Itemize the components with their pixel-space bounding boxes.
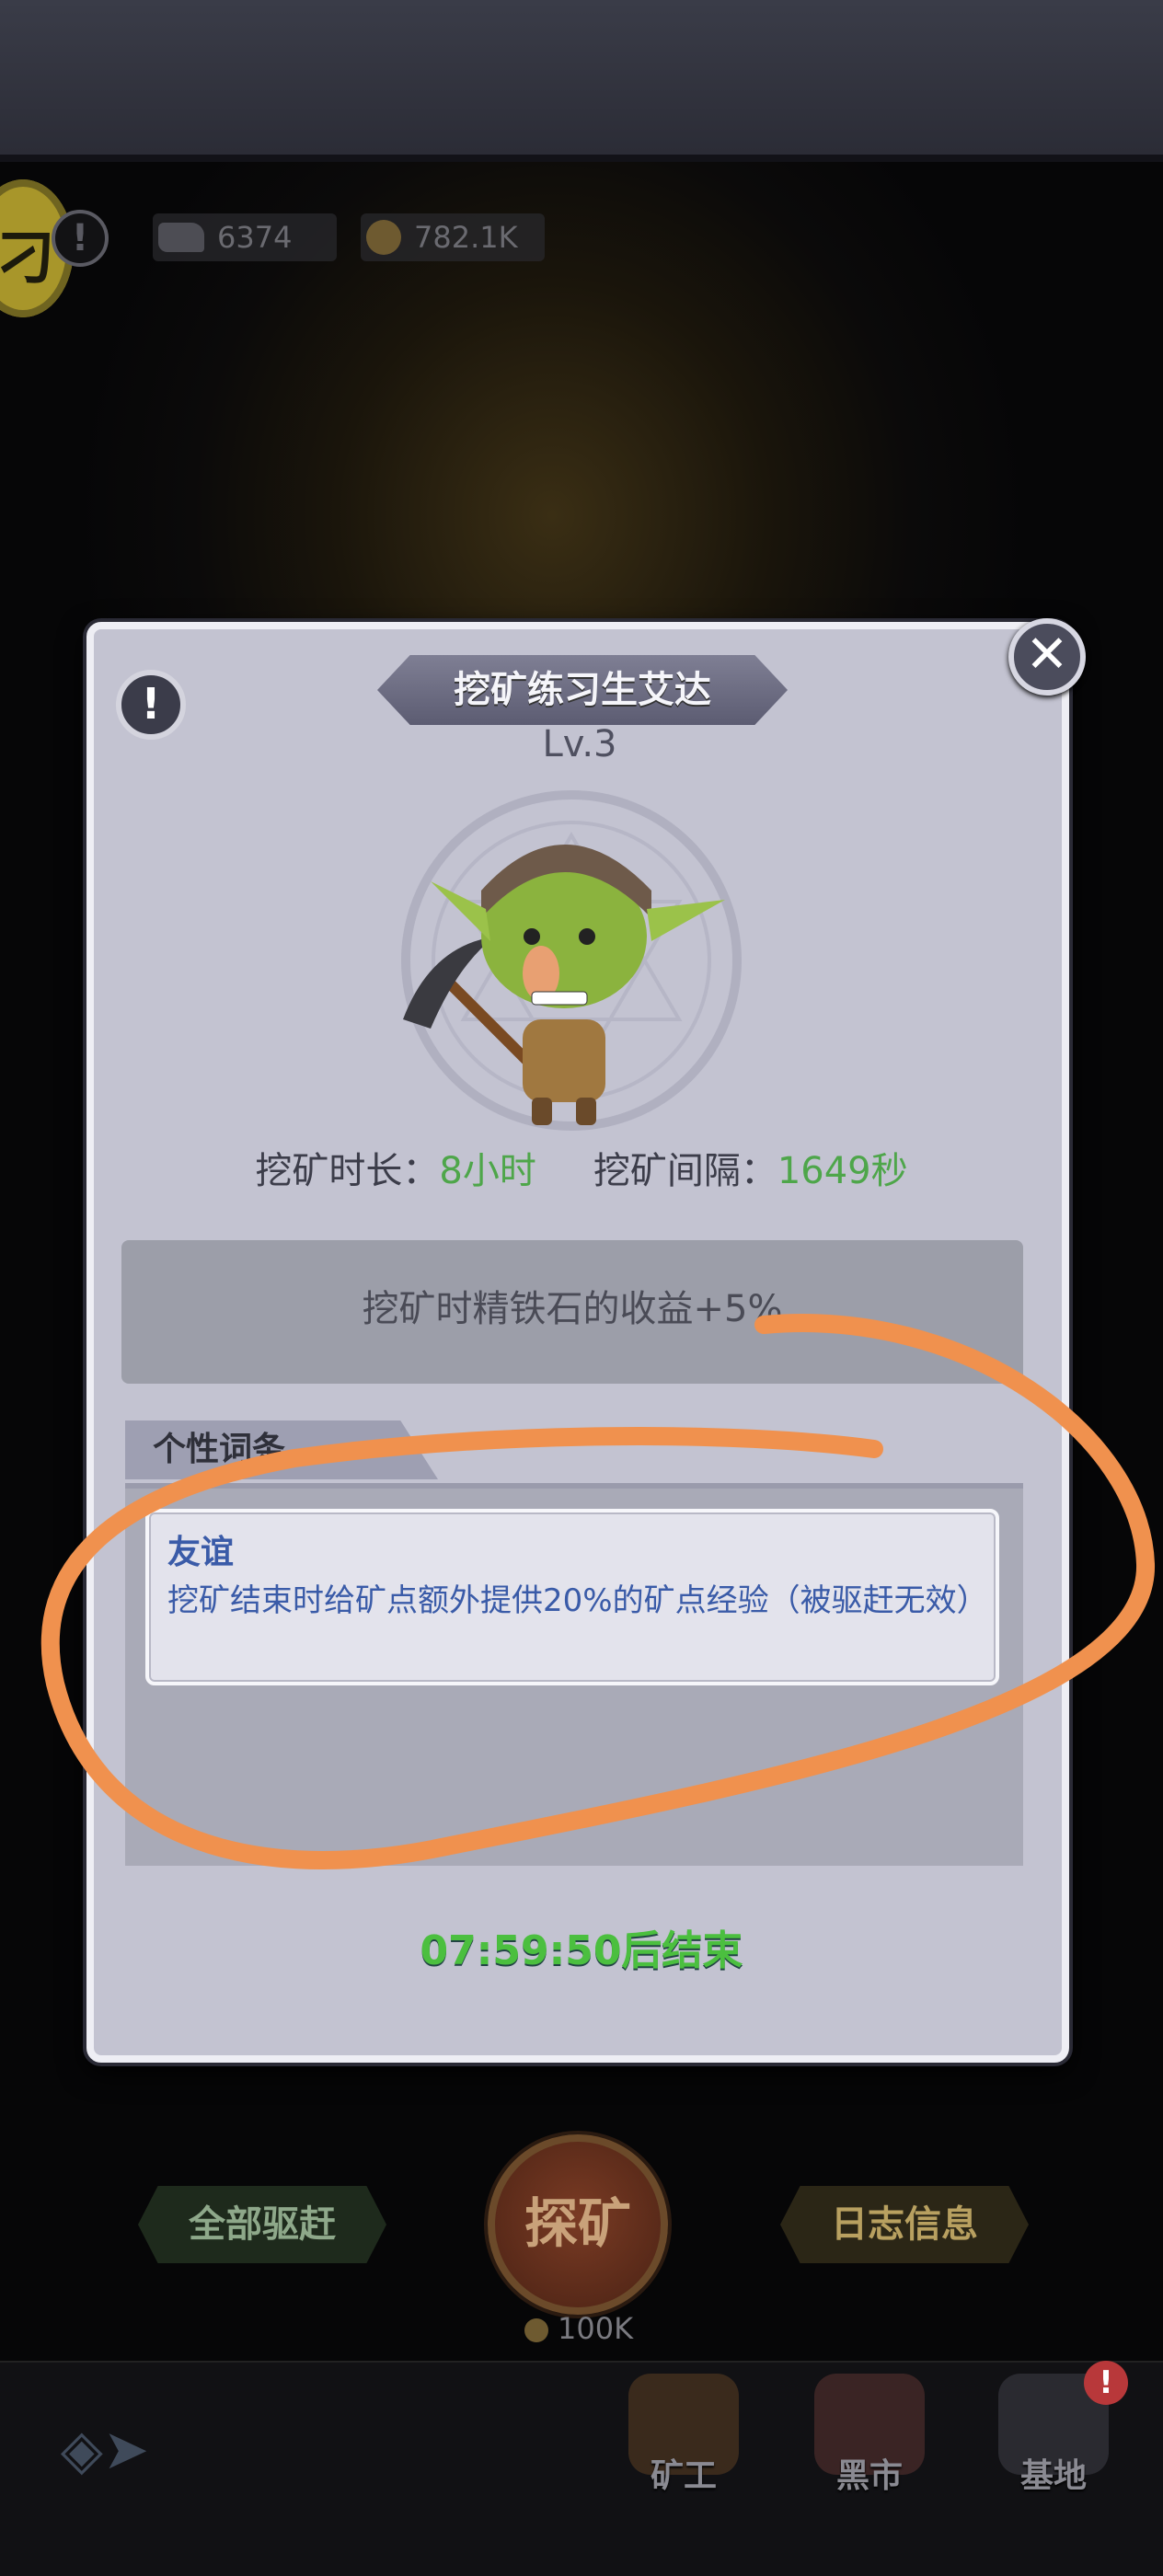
gold-coin-icon (366, 220, 401, 255)
nav-label-base: 基地 (1019, 2457, 1087, 2495)
trait-name: 友谊 (167, 1534, 235, 1571)
trait-section-tab: 个性词条 (125, 1420, 438, 1479)
nav-black-market[interactable]: 黑市 (800, 2374, 938, 2512)
explore-cost: 100K (524, 2311, 633, 2346)
miner-name: 挖矿练习生艾达 (454, 669, 711, 711)
nav-miner[interactable]: 矿工 (615, 2374, 753, 2512)
evict-all-button[interactable]: 全部驱赶 (138, 2186, 386, 2263)
end-timer: 07:59:50后结束 (420, 1927, 743, 1974)
gold-value: 782.1K (414, 220, 518, 255)
gold-coin-icon (524, 2318, 548, 2342)
back-arrow-icon[interactable]: ◈➤ (31, 2409, 178, 2491)
game-screen: 刁 ! 6374 782.1K ✕ ! 挖矿练习生艾达 Lv.3 挖矿时长：8小… (0, 0, 1163, 2576)
top-band (0, 0, 1163, 155)
hud-info-icon[interactable]: ! (52, 210, 109, 267)
alert-badge-icon: ! (1084, 2361, 1128, 2405)
explore-button[interactable]: 探矿 (488, 2134, 668, 2315)
goblin-miner-portrait (401, 790, 742, 1131)
info-icon[interactable]: ! (116, 670, 186, 740)
gold-resource: 782.1K (361, 213, 545, 261)
nav-label-market: 黑市 (835, 2457, 903, 2495)
income-bonus: 挖矿时精铁石的收益+5% (121, 1240, 1023, 1384)
iron-resource: 6374 (153, 213, 337, 261)
miner-level: Lv.3 (542, 723, 617, 765)
mining-interval: 挖矿间隔：1649秒 (593, 1150, 908, 1192)
nav-label-miner: 矿工 (650, 2457, 717, 2495)
mining-stats: 挖矿时长：8小时 挖矿间隔：1649秒 (0, 1141, 1163, 1194)
close-button[interactable]: ✕ (1008, 618, 1086, 696)
iron-ore-icon (158, 223, 204, 252)
badge-glyph: 刁 (0, 224, 55, 293)
iron-value: 6374 (217, 220, 293, 255)
trait-description: 挖矿结束时给矿点额外提供20%的矿点经验（被驱赶无效） (167, 1582, 988, 1619)
mining-duration: 挖矿时长：8小时 (255, 1150, 536, 1192)
log-info-button[interactable]: 日志信息 (780, 2186, 1029, 2263)
